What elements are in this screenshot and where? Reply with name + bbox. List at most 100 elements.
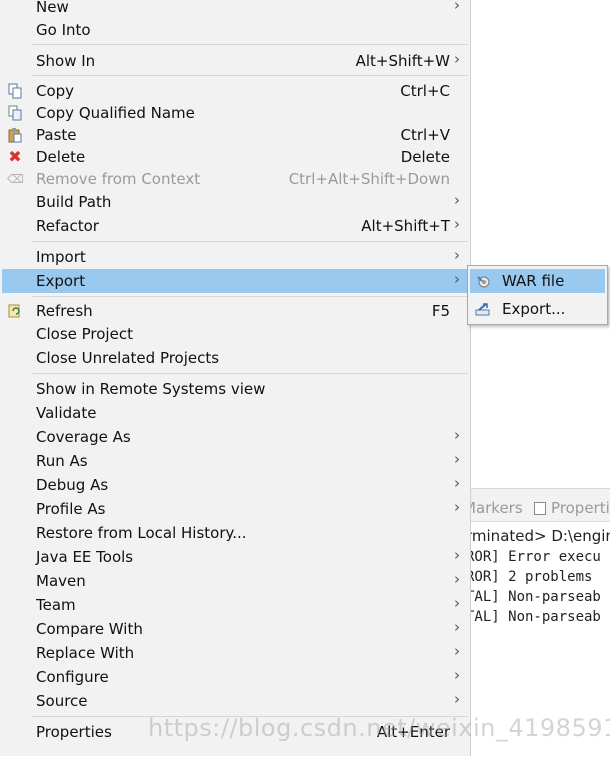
menu-separator <box>32 373 468 374</box>
menu-item-label: Export <box>36 272 86 290</box>
menu-item-new[interactable]: New › <box>2 0 468 19</box>
submenu-item-export[interactable]: Export... <box>470 297 605 321</box>
chevron-right-icon: › <box>454 666 460 684</box>
menu-separator <box>32 44 468 45</box>
menu-item-restore-from-local-history[interactable]: Restore from Local History... <box>2 521 468 545</box>
menu-item-label: Properties <box>36 723 112 741</box>
menu-item-configure[interactable]: Configure › <box>2 665 468 689</box>
menu-item-shortcut: Ctrl+V <box>400 126 450 144</box>
chevron-right-icon: › <box>454 246 460 264</box>
menu-item-coverage-as[interactable]: Coverage As › <box>2 425 468 449</box>
menu-separator <box>32 241 468 242</box>
menu-item-close-project[interactable]: Close Project <box>2 322 468 346</box>
menu-item-shortcut: Ctrl+Alt+Shift+Down <box>288 170 450 188</box>
menu-item-show-in[interactable]: Show In Alt+Shift+W › <box>2 49 468 73</box>
export-wizard-icon <box>475 301 491 317</box>
submenu-item-label: Export... <box>502 300 566 318</box>
menu-item-shortcut: Ctrl+C <box>400 82 450 100</box>
menu-item-remove-from-context[interactable]: ⌫ Remove from Context Ctrl+Alt+Shift+Dow… <box>2 167 468 191</box>
menu-item-profile-as[interactable]: Profile As › <box>2 497 468 521</box>
chevron-right-icon: › <box>454 426 460 444</box>
menu-item-label: Delete <box>36 148 86 166</box>
console-line: ROR] 2 problems <box>466 569 593 585</box>
copy-qualified-name-icon <box>7 105 23 121</box>
menu-item-refresh[interactable]: Refresh F5 <box>2 299 468 323</box>
menu-separator <box>32 75 468 76</box>
menu-item-label: Show in Remote Systems view <box>36 380 266 398</box>
menu-item-shortcut: Alt+Shift+T <box>361 217 450 235</box>
chevron-right-icon: › <box>454 642 460 660</box>
copy-icon <box>7 83 23 99</box>
menu-item-paste[interactable]: Paste Ctrl+V <box>2 123 468 147</box>
submenu-item-war-file[interactable]: WAR file <box>470 269 605 293</box>
menu-item-label: Run As <box>36 452 88 470</box>
console-line: TAL] Non-parseab <box>466 609 601 625</box>
tab-markers[interactable]: Markers <box>463 499 523 517</box>
chevron-right-icon: › <box>454 594 460 612</box>
menu-item-shortcut: Alt+Shift+W <box>355 52 450 70</box>
watermark-text: https://blog.csdn.net/weixin_41985912 <box>148 714 610 742</box>
properties-icon <box>534 502 546 515</box>
menu-item-label: Build Path <box>36 193 112 211</box>
menu-item-shortcut: F5 <box>431 302 450 320</box>
menu-item-source[interactable]: Source › <box>2 689 468 713</box>
menu-item-refactor[interactable]: Refactor Alt+Shift+T › <box>2 214 468 238</box>
menu-item-delete[interactable]: ✖ Delete Delete <box>2 145 468 169</box>
menu-item-label: Maven <box>36 572 86 590</box>
menu-item-label: Refactor <box>36 217 99 235</box>
menu-item-label: Source <box>36 692 88 710</box>
menu-item-replace-with[interactable]: Replace With › <box>2 641 468 665</box>
menu-item-label: Profile As <box>36 500 106 518</box>
menu-item-build-path[interactable]: Build Path › <box>2 190 468 214</box>
menu-item-maven[interactable]: Maven › <box>2 569 468 593</box>
menu-item-label: Team <box>36 596 76 614</box>
menu-item-copy-qualified-name[interactable]: Copy Qualified Name <box>2 101 468 125</box>
view-tab-bar: Markers Properti <box>463 489 610 522</box>
console-line: ROR] Error execu <box>466 549 601 565</box>
menu-item-label: Java EE Tools <box>36 548 134 566</box>
menu-item-label: New <box>36 0 69 16</box>
chevron-right-icon: › <box>454 498 460 516</box>
chevron-right-icon: › <box>454 0 460 14</box>
menu-item-team[interactable]: Team › <box>2 593 468 617</box>
war-file-icon <box>475 273 491 289</box>
menu-item-show-in-remote-systems-view[interactable]: Show in Remote Systems view <box>2 377 468 401</box>
console-line: TAL] Non-parseab <box>466 589 601 605</box>
chevron-right-icon: › <box>454 191 460 209</box>
menu-item-close-unrelated-projects[interactable]: Close Unrelated Projects <box>2 346 468 370</box>
chevron-right-icon: › <box>454 570 460 588</box>
menu-item-label: Show In <box>36 52 96 70</box>
console-header: rminated> D:\engin <box>466 527 610 545</box>
tab-properties[interactable]: Properti <box>551 499 610 517</box>
menu-item-label: Compare With <box>36 620 143 638</box>
remove-from-context-icon: ⌫ <box>7 172 24 186</box>
menu-item-copy[interactable]: Copy Ctrl+C <box>2 79 468 103</box>
menu-item-label: Validate <box>36 404 97 422</box>
menu-item-label: Paste <box>36 126 77 144</box>
chevron-right-icon: › <box>454 270 460 288</box>
menu-separator <box>32 296 468 297</box>
chevron-right-icon: › <box>454 474 460 492</box>
menu-item-label: Import <box>36 248 86 266</box>
menu-item-java-ee-tools[interactable]: Java EE Tools › <box>2 545 468 569</box>
menu-item-label: Close Unrelated Projects <box>36 349 220 367</box>
menu-item-run-as[interactable]: Run As › <box>2 449 468 473</box>
menu-item-label: Refresh <box>36 302 93 320</box>
menu-item-validate[interactable]: Validate <box>2 401 468 425</box>
chevron-right-icon: › <box>454 450 460 468</box>
menu-item-compare-with[interactable]: Compare With › <box>2 617 468 641</box>
menu-item-label: Coverage As <box>36 428 131 446</box>
paste-icon <box>7 127 23 143</box>
context-menu: New › Go Into Show In Alt+Shift+W › Copy… <box>0 0 471 756</box>
chevron-right-icon: › <box>454 546 460 564</box>
menu-item-export[interactable]: Export › <box>2 269 468 293</box>
chevron-right-icon: › <box>454 50 460 68</box>
menu-item-import[interactable]: Import › <box>2 245 468 269</box>
chevron-right-icon: › <box>454 690 460 708</box>
menu-item-debug-as[interactable]: Debug As › <box>2 473 468 497</box>
menu-item-label: Debug As <box>36 476 109 494</box>
menu-item-shortcut: Delete <box>400 148 450 166</box>
menu-item-label: Restore from Local History... <box>36 524 247 542</box>
delete-icon: ✖ <box>8 147 22 166</box>
menu-item-go-into[interactable]: Go Into <box>2 18 468 42</box>
